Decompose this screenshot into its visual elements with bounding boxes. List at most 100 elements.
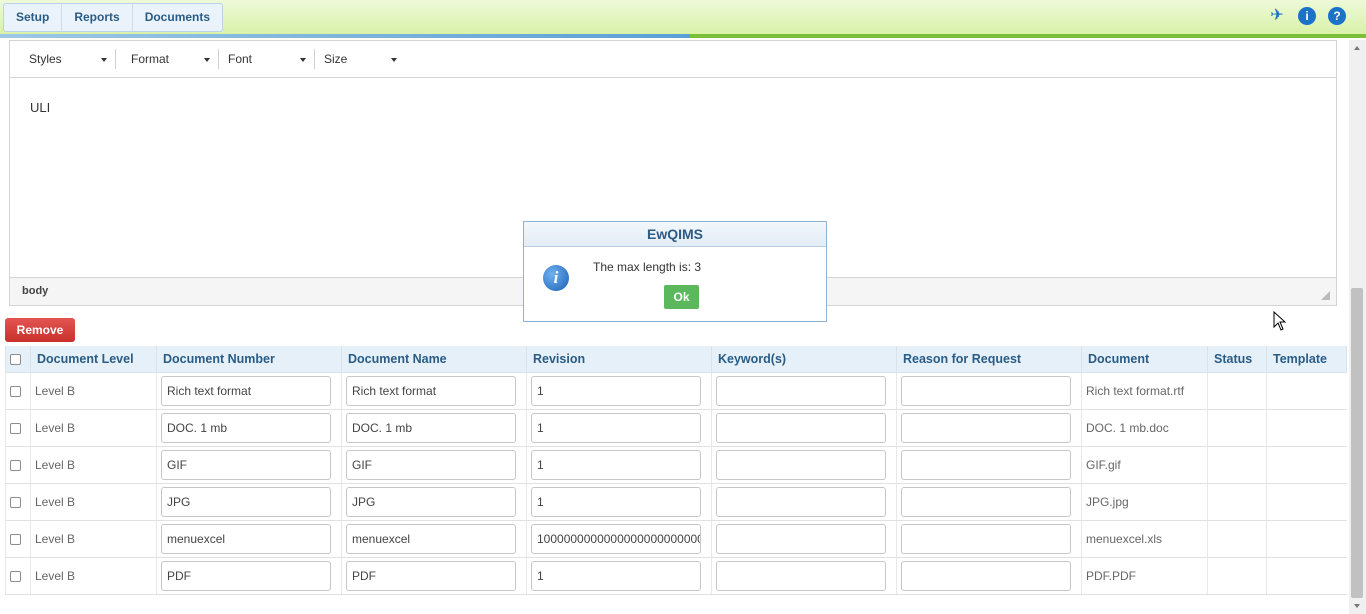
chevron-down-icon <box>204 58 210 62</box>
reason-input[interactable] <box>901 449 1071 480</box>
header-document-level[interactable]: Document Level <box>30 346 157 373</box>
document-name-input[interactable]: DOC. 1 mb <box>346 412 516 443</box>
header-reason-for-request[interactable]: Reason for Request <box>896 346 1082 373</box>
documents-table: Document Level Document Number Document … <box>5 346 1347 595</box>
cell-document-file: PDF.PDF <box>1081 557 1208 595</box>
cell-revision: 1 <box>526 483 712 521</box>
row-checkbox[interactable] <box>10 496 21 508</box>
cell-revision: 1 <box>526 409 712 447</box>
select-all-checkbox[interactable] <box>10 353 21 365</box>
reason-input[interactable] <box>901 412 1071 443</box>
cell-revision: 10000000000000000000000000 <box>526 520 712 558</box>
revision-input[interactable]: 1 <box>531 375 701 406</box>
reason-input[interactable] <box>901 523 1071 554</box>
keywords-input[interactable] <box>716 412 886 443</box>
styles-dropdown[interactable]: Styles <box>20 49 116 69</box>
header-template[interactable]: Template <box>1266 346 1347 373</box>
keywords-input[interactable] <box>716 560 886 591</box>
editor-toolbar: Styles Format Font Size <box>10 41 1336 78</box>
cell-keywords <box>711 483 897 521</box>
header-document-name[interactable]: Document Name <box>341 346 527 373</box>
tab-documents[interactable]: Documents <box>133 4 222 31</box>
revision-input[interactable]: 1 <box>531 560 701 591</box>
cell-document-level: Level B <box>30 483 157 521</box>
remove-button[interactable]: Remove <box>5 318 75 342</box>
cell-reason <box>896 483 1082 521</box>
cell-reason <box>896 446 1082 484</box>
cell-keywords <box>711 557 897 595</box>
row-checkbox[interactable] <box>10 459 21 471</box>
top-icons: ✈ i ? <box>1268 7 1346 25</box>
cell-document-file: Rich text format.rtf <box>1081 372 1208 410</box>
element-path-label[interactable]: body <box>22 285 48 297</box>
info-icon[interactable]: i <box>1298 7 1316 25</box>
cell-revision: 1 <box>526 446 712 484</box>
document-name-input[interactable]: JPG <box>346 486 516 517</box>
revision-input[interactable]: 1 <box>531 449 701 480</box>
vertical-scrollbar[interactable] <box>1349 40 1366 614</box>
cell-revision: 1 <box>526 557 712 595</box>
revision-input[interactable]: 1 <box>531 412 701 443</box>
reason-input[interactable] <box>901 560 1071 591</box>
scroll-up-icon[interactable] <box>1354 46 1360 50</box>
resize-handle[interactable] <box>1321 291 1330 300</box>
header-revision[interactable]: Revision <box>526 346 712 373</box>
document-number-input[interactable]: DOC. 1 mb <box>161 412 331 443</box>
document-name-input[interactable]: menuexcel <box>346 523 516 554</box>
size-dropdown[interactable]: Size <box>315 49 405 69</box>
cell-document-number: PDF <box>156 557 342 595</box>
tab-reports[interactable]: Reports <box>62 4 133 31</box>
row-checkbox[interactable] <box>10 385 21 397</box>
row-checkbox[interactable] <box>10 570 21 582</box>
document-number-input[interactable]: PDF <box>161 560 331 591</box>
row-checkbox[interactable] <box>10 533 21 545</box>
cell-document-name: menuexcel <box>341 520 527 558</box>
format-dropdown[interactable]: Format <box>122 49 219 69</box>
cell-document-number: DOC. 1 mb <box>156 409 342 447</box>
help-icon[interactable]: ? <box>1328 7 1346 25</box>
info-icon: i <box>543 265 569 291</box>
keywords-input[interactable] <box>716 375 886 406</box>
scroll-down-icon[interactable] <box>1354 604 1360 608</box>
row-checkbox-cell <box>5 409 31 447</box>
row-checkbox[interactable] <box>10 422 21 434</box>
keywords-input[interactable] <box>716 449 886 480</box>
keywords-input[interactable] <box>716 486 886 517</box>
ok-button[interactable]: Ok <box>664 285 699 309</box>
row-checkbox-cell <box>5 557 31 595</box>
document-number-input[interactable]: JPG <box>161 486 331 517</box>
table-header-row: Document Level Document Number Document … <box>5 346 1347 373</box>
document-name-input[interactable]: GIF <box>346 449 516 480</box>
cell-keywords <box>711 520 897 558</box>
reason-input[interactable] <box>901 375 1071 406</box>
cell-status <box>1207 520 1267 558</box>
reason-input[interactable] <box>901 486 1071 517</box>
cell-document-name: DOC. 1 mb <box>341 409 527 447</box>
cell-document-level: Level B <box>30 409 157 447</box>
tab-setup[interactable]: Setup <box>4 4 63 31</box>
header-document-number[interactable]: Document Number <box>156 346 342 373</box>
header-keywords[interactable]: Keyword(s) <box>711 346 897 373</box>
dialog-title: EwQIMS <box>524 222 826 247</box>
document-number-input[interactable]: GIF <box>161 449 331 480</box>
pin-icon[interactable]: ✈ <box>1268 7 1286 25</box>
cell-template <box>1266 446 1347 484</box>
document-number-input[interactable]: Rich text format <box>161 375 331 406</box>
cell-keywords <box>711 446 897 484</box>
cell-document-file: menuexcel.xls <box>1081 520 1208 558</box>
revision-input[interactable]: 10000000000000000000000000 <box>531 523 701 554</box>
header-document[interactable]: Document <box>1081 346 1208 373</box>
cell-reason <box>896 409 1082 447</box>
keywords-input[interactable] <box>716 523 886 554</box>
cell-keywords <box>711 372 897 410</box>
scrollbar-thumb[interactable] <box>1351 288 1363 598</box>
document-name-input[interactable]: Rich text format <box>346 375 516 406</box>
cell-document-file: GIF.gif <box>1081 446 1208 484</box>
header-status[interactable]: Status <box>1207 346 1267 373</box>
revision-input[interactable]: 1 <box>531 486 701 517</box>
font-dropdown-label: Font <box>228 52 253 66</box>
document-number-input[interactable]: menuexcel <box>161 523 331 554</box>
font-dropdown[interactable]: Font <box>219 49 315 69</box>
document-name-input[interactable]: PDF <box>346 560 516 591</box>
cell-status <box>1207 446 1267 484</box>
